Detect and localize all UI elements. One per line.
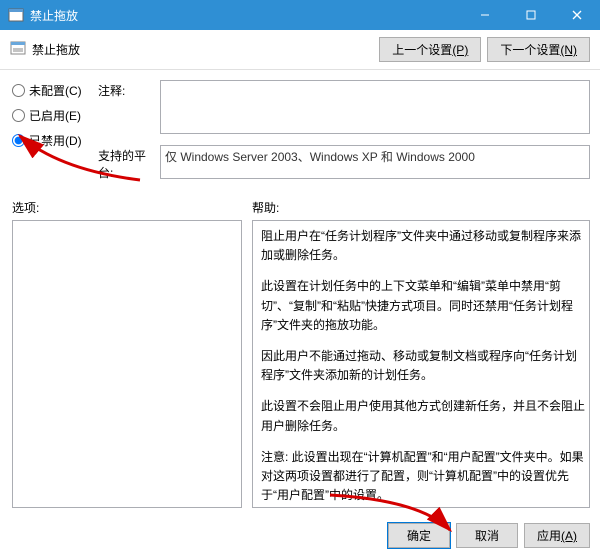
platform-label: 支持的平台: — [98, 145, 160, 181]
app-icon — [8, 7, 24, 23]
cancel-button[interactable]: 取消 — [456, 523, 518, 548]
radio-disabled[interactable]: 已禁用(D) — [12, 132, 98, 149]
help-paragraph: 此设置不会阻止用户使用其他方式创建新任务，并且不会阻止用户删除任务。 — [261, 397, 585, 435]
prev-setting-button[interactable]: 上一个设置(P) — [379, 37, 481, 62]
help-paragraph: 阻止用户在“任务计划程序”文件夹中通过移动或复制程序来添加或删除任务。 — [261, 227, 585, 265]
comment-textarea[interactable] — [160, 80, 590, 134]
radio-not-configured-input[interactable] — [12, 84, 25, 97]
window-title: 禁止拖放 — [30, 7, 462, 24]
next-setting-button[interactable]: 下一个设置(N) — [487, 37, 590, 62]
ok-button[interactable]: 确定 — [388, 523, 450, 548]
platform-box: 仅 Windows Server 2003、Windows XP 和 Windo… — [160, 145, 590, 179]
state-radio-group: 未配置(C) 已启用(E) 已禁用(D) — [12, 80, 98, 189]
help-paragraph: 注意: 此设置出现在“计算机配置”和“用户配置”文件夹中。如果对这两项设置都进行… — [261, 448, 585, 506]
help-scroll[interactable]: 阻止用户在“任务计划程序”文件夹中通过移动或复制程序来添加或删除任务。 此设置在… — [253, 221, 589, 507]
help-paragraph: 此设置在计划任务中的上下文菜单和“编辑”菜单中禁用“剪切”、“复制”和“粘贴”快… — [261, 277, 585, 335]
help-panel: 阻止用户在“任务计划程序”文件夹中通过移动或复制程序来添加或删除任务。 此设置在… — [252, 220, 590, 508]
maximize-button[interactable] — [508, 0, 554, 30]
policy-icon — [10, 40, 26, 59]
help-paragraph: 因此用户不能通过拖动、移动或复制文档或程序向“任务计划程序”文件夹添加新的计划任… — [261, 347, 585, 385]
radio-enabled[interactable]: 已启用(E) — [12, 107, 98, 124]
titlebar: 禁止拖放 — [0, 0, 600, 30]
apply-button[interactable]: 应用(A) — [524, 523, 590, 548]
comment-label: 注释: — [98, 80, 160, 137]
options-panel — [12, 220, 242, 508]
radio-not-configured[interactable]: 未配置(C) — [12, 82, 98, 99]
help-label: 帮助: — [252, 199, 590, 216]
dialog-footer: 确定 取消 应用(A) — [388, 523, 590, 548]
options-label: 选项: — [12, 199, 242, 216]
minimize-button[interactable] — [462, 0, 508, 30]
topbar: 禁止拖放 上一个设置(P) 下一个设置(N) — [0, 30, 600, 70]
close-button[interactable] — [554, 0, 600, 30]
radio-enabled-input[interactable] — [12, 109, 25, 122]
policy-title: 禁止拖放 — [32, 41, 80, 58]
radio-disabled-input[interactable] — [12, 134, 25, 147]
